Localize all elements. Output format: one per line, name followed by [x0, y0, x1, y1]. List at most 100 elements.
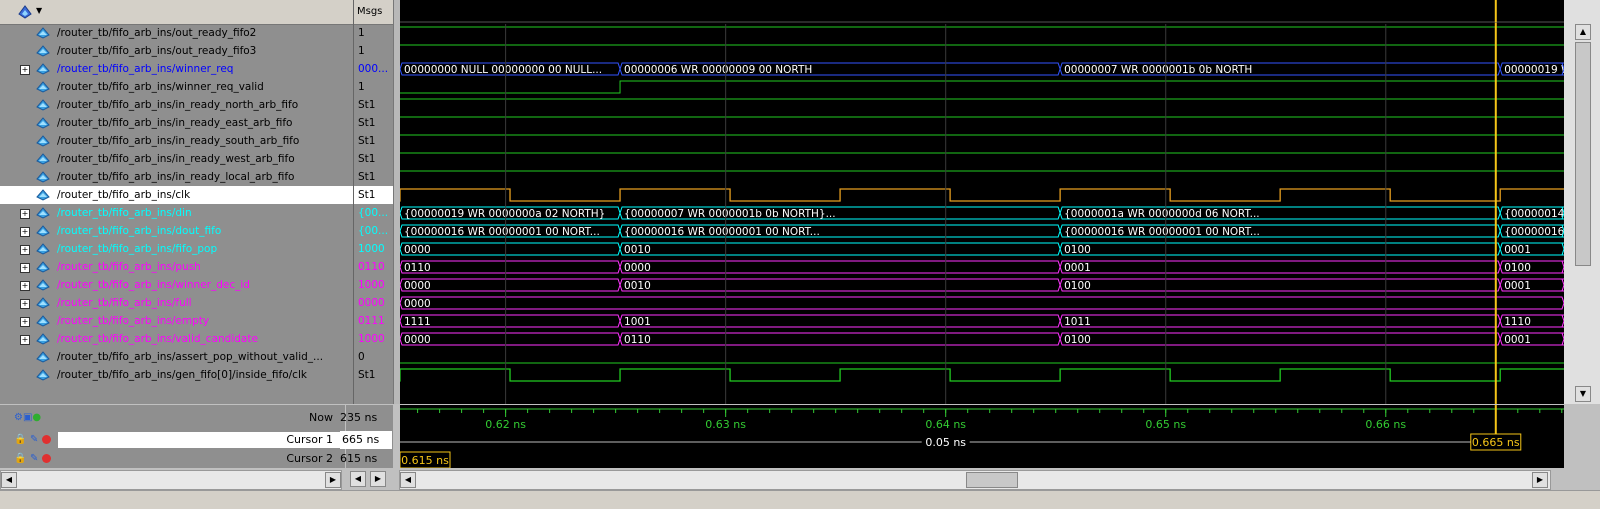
cursor1-label: Cursor 1 [286, 433, 333, 446]
signal-value: 1000 [358, 243, 385, 255]
cursor1-row[interactable]: 🔒 ✎ Cursor 1 [0, 431, 345, 449]
signal-value: 0110 [358, 261, 385, 273]
bus-value: 00000007 WR 0000001b 0b NORTH [1064, 64, 1252, 76]
bus-segment [400, 260, 621, 274]
scroll-thumb[interactable] [1575, 42, 1591, 266]
expand-icon[interactable]: + [20, 263, 30, 273]
signal-row[interactable]: + /router_tb/fifo_arb_ins/din [0, 204, 353, 222]
signal-row[interactable]: /router_tb/fifo_arb_ins/in_ready_local_a… [0, 168, 353, 186]
horizontal-scrollbar-wave[interactable]: ◀ ▶ [399, 470, 1551, 490]
ruler-tick-label: 0.66 ns [1365, 418, 1406, 431]
expand-icon[interactable]: + [20, 209, 30, 219]
expand-icon[interactable]: + [20, 317, 30, 327]
bus-value: 0100 [1504, 262, 1531, 274]
signal-row[interactable]: /router_tb/fifo_arb_ins/winner_req_valid [0, 78, 353, 96]
signal-row[interactable]: /router_tb/fifo_arb_ins/in_ready_south_a… [0, 132, 353, 150]
signal-value: St1 [358, 99, 376, 111]
cursor-delete-icon[interactable] [42, 454, 51, 463]
timeline-ruler[interactable]: 0.62 ns 0.63 ns 0.64 ns 0.65 ns 0.66 ns 0.05 … [395, 405, 1564, 469]
signal-row[interactable]: /router_tb/fifo_arb_ins/out_ready_fifo2 [0, 24, 353, 42]
signal-row[interactable]: /router_tb/fifo_arb_ins/in_ready_west_ar… [0, 150, 353, 168]
waveform-canvas[interactable]: 00000000 NULL 00000000 00 NULL... 0000000… [400, 0, 1564, 404]
cursor2-row[interactable]: 🔒 ✎ Cursor 2 [0, 450, 345, 468]
bus-value: 0110 [624, 334, 651, 346]
horizontal-scrollbar-left[interactable]: ◀ ▶ [0, 470, 342, 490]
signal-row[interactable]: + /router_tb/fifo_arb_ins/push [0, 258, 353, 276]
signal-row[interactable]: /router_tb/fifo_arb_ins/out_ready_fifo3 [0, 42, 353, 60]
scroll-left-button[interactable]: ◀ [1, 472, 17, 488]
bus-segment [1059, 278, 1501, 292]
expand-icon[interactable]: + [20, 281, 30, 291]
wave-scroll-right-button[interactable]: ▶ [1532, 472, 1548, 488]
scroll-down-button[interactable]: ▼ [1575, 386, 1591, 402]
signal-value: 0000 [358, 297, 385, 309]
signal-row[interactable]: + /router_tb/fifo_arb_ins/winner_dec_id [0, 276, 353, 294]
wave-tool-icon[interactable] [17, 4, 33, 20]
cursor-edit-icon[interactable]: ✎ [30, 450, 38, 468]
ruler-tick-label: 0.62 ns [485, 418, 526, 431]
signal-row[interactable]: + /router_tb/fifo_arb_ins/winner_req [0, 60, 353, 78]
signal-value: St1 [358, 135, 376, 147]
bus-segment [400, 332, 621, 346]
lock-icon[interactable]: 🔒 [14, 431, 26, 449]
bus-value: {00000019 WR 0000000a 02 NORTH} [404, 208, 605, 220]
signal-name: /router_tb/fifo_arb_ins/push [57, 261, 201, 273]
bus-segment [400, 296, 1564, 310]
signal-row[interactable]: + /router_tb/fifo_arb_ins/full [0, 294, 353, 312]
signal-row[interactable]: /router_tb/fifo_arb_ins/gen_fifo[0]/insi… [0, 366, 353, 384]
signal-row[interactable]: + /router_tb/fifo_arb_ins/empty [0, 312, 353, 330]
scroll-right-button[interactable]: ▶ [325, 472, 341, 488]
signal-row[interactable]: /router_tb/fifo_arb_ins/clk [0, 186, 353, 204]
bus-value: 1011 [1064, 316, 1091, 328]
expand-icon[interactable]: + [20, 245, 30, 255]
scroll-up-button[interactable]: ▲ [1575, 24, 1591, 40]
signal-icon [36, 171, 50, 183]
expand-icon[interactable]: + [20, 65, 30, 75]
now-label: Now [309, 411, 333, 424]
signal-row[interactable]: + /router_tb/fifo_arb_ins/dout_fifo [0, 222, 353, 240]
signal-row[interactable]: + /router_tb/fifo_arb_ins/fifo_pop [0, 240, 353, 258]
signal-icon [36, 81, 50, 93]
ruler-canvas[interactable]: 0.62 ns 0.63 ns 0.64 ns 0.65 ns 0.66 ns 0.05 … [395, 405, 1564, 469]
wave-scroll-left-button[interactable]: ◀ [400, 472, 416, 488]
signal-value: 1 [358, 27, 365, 39]
now-icons: ⚙▣● [14, 412, 42, 423]
signal-row[interactable]: /router_tb/fifo_arb_ins/assert_pop_witho… [0, 348, 353, 366]
chevron-down-icon[interactable]: ▼ [36, 6, 42, 15]
bus-value: 00000006 WR 00000009 00 NORTH [624, 64, 812, 76]
vertical-scrollbar[interactable]: ▲ ▼ [1564, 0, 1600, 404]
signal-values-pane: Msgs 1 1 000... 1 St1 St1 St1 St1 St1 St1 {00... {0… [354, 0, 393, 404]
bus-segment [619, 332, 1061, 346]
signal-value: St1 [358, 171, 376, 183]
cursor-edit-icon[interactable]: ✎ [30, 431, 38, 449]
signal-value: 1000 [358, 333, 385, 345]
cursor-delete-icon[interactable] [42, 435, 51, 444]
signal-value: 0 [358, 351, 365, 363]
signal-name: /router_tb/fifo_arb_ins/clk [57, 189, 191, 201]
signal-name: /router_tb/fifo_arb_ins/din [57, 207, 192, 219]
bus-value: 1111 [404, 316, 431, 328]
values-scroll-right-button[interactable]: ▶ [370, 471, 386, 487]
values-scroll-left-button[interactable]: ◀ [350, 471, 366, 487]
signal-icon [36, 225, 50, 237]
bus-value: {00000016 WR 00000001 00 NORT... [624, 226, 820, 238]
signal-row[interactable]: + /router_tb/fifo_arb_ins/valid_candidate [0, 330, 353, 348]
bus-value: 0010 [624, 244, 651, 256]
expand-icon[interactable]: + [20, 299, 30, 309]
signal-icon [36, 27, 50, 39]
expand-icon[interactable]: + [20, 227, 30, 237]
signal-row[interactable]: /router_tb/fifo_arb_ins/in_ready_east_ar… [0, 114, 353, 132]
signal-row[interactable]: /router_tb/fifo_arb_ins/in_ready_north_a… [0, 96, 353, 114]
signal-trace [400, 80, 1564, 94]
cursor-delta-label: 0.05 ns [925, 436, 966, 449]
bus-value: 0110 [404, 262, 431, 274]
signal-name: /router_tb/fifo_arb_ins/in_ready_south_a… [57, 135, 300, 147]
waveform-pane[interactable]: 00000000 NULL 00000000 00 NULL... 0000000… [400, 0, 1564, 404]
expand-icon[interactable]: + [20, 335, 30, 345]
signal-name: /router_tb/fifo_arb_ins/fifo_pop [57, 243, 218, 255]
lock-icon[interactable]: 🔒 [14, 450, 26, 468]
bus-segment [400, 314, 621, 328]
signal-icon [36, 135, 50, 147]
signal-name: /router_tb/fifo_arb_ins/full [57, 297, 192, 309]
wave-scroll-thumb[interactable] [966, 472, 1018, 488]
